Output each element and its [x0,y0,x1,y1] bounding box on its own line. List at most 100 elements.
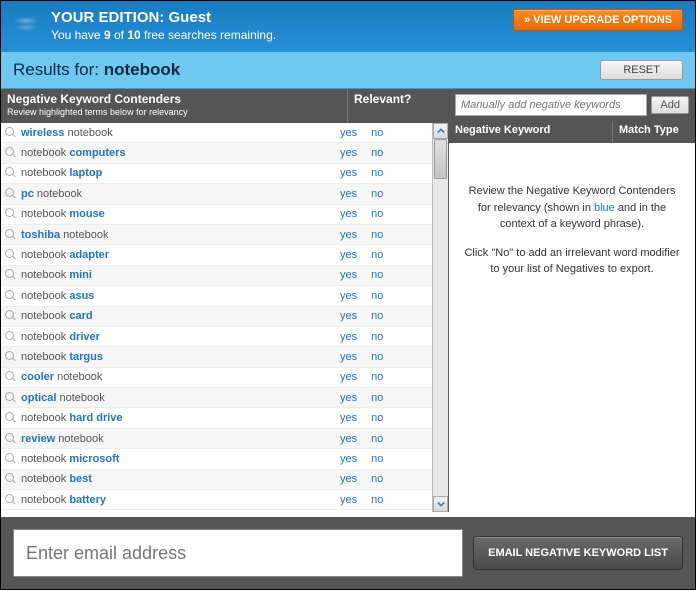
yes-link[interactable]: yes [340,127,357,139]
magnifier-icon[interactable] [5,371,17,383]
no-link[interactable]: no [371,269,383,281]
yes-link[interactable]: yes [340,167,357,179]
keyword-text: notebook laptop [21,167,102,179]
magnifier-icon[interactable] [5,351,17,363]
magnifier-icon[interactable] [5,249,17,261]
magnifier-icon[interactable] [5,127,17,139]
yes-link[interactable]: yes [340,249,357,261]
yes-link[interactable]: yes [340,331,357,343]
magnifier-icon[interactable] [5,167,17,179]
table-row: notebook hard driveyesno [1,408,432,428]
magnifier-icon[interactable] [5,290,17,302]
no-link[interactable]: no [371,127,383,139]
yes-link[interactable]: yes [340,371,357,383]
keyword-text: notebook computers [21,147,126,159]
relevance-cell: yes no [332,249,432,261]
relevance-cell: yes no [332,371,432,383]
relevance-cell: yes no [332,433,432,445]
magnifier-icon[interactable] [5,188,17,200]
rows-container: wireless notebook yes no notebook computers… [1,123,432,512]
keyword-cell: notebook microsoft [1,453,332,465]
no-link[interactable]: no [371,453,383,465]
scroll-thumb[interactable] [434,139,447,179]
magnifier-icon[interactable] [5,412,17,424]
th-contenders: Negative Keyword Contenders Review highl… [1,89,348,123]
table-row: pc notebookyesno [1,184,432,204]
no-link[interactable]: no [371,331,383,343]
table-row: notebook best yes no [1,470,432,490]
keyword-text: notebook driver [21,331,100,343]
magnifier-icon[interactable] [5,208,17,220]
yes-link[interactable]: yes [340,433,357,445]
edition-prefix: YOUR EDITION: [51,9,169,26]
magnifier-icon[interactable] [5,473,17,485]
keyword-cell: optical notebook [1,392,332,404]
keyword-cell: notebook battery [1,494,332,506]
no-link[interactable]: no [371,473,383,485]
yes-link[interactable]: yes [340,494,357,506]
no-link[interactable]: no [371,229,383,241]
keyword-cell: wireless notebook [1,127,332,139]
keyword-cell: notebook laptop [1,167,332,179]
magnifier-icon[interactable] [5,494,17,506]
magnifier-icon[interactable] [5,269,17,281]
relevance-cell: yes no [332,310,432,322]
table-row: notebook targus yes no [1,347,432,367]
yes-link[interactable]: yes [340,310,357,322]
yes-link[interactable]: yes [340,290,357,302]
magnifier-icon[interactable] [5,147,17,159]
no-link[interactable]: no [371,412,383,424]
manual-add-input[interactable] [455,94,647,116]
yes-link[interactable]: yes [340,412,357,424]
yes-link[interactable]: yes [340,269,357,281]
th-negative-keyword: Negative Keyword [449,121,613,143]
scrollbar[interactable] [432,123,448,512]
yes-link[interactable]: yes [340,188,357,200]
results-bar: Results for: notebook RESET [1,52,695,89]
scroll-track[interactable] [433,139,448,496]
instructions-p1: Review the Negative Keyword Contenders f… [463,183,681,233]
magnifier-icon[interactable] [5,433,17,445]
no-link[interactable]: no [371,167,383,179]
keyword-text: optical notebook [21,392,105,404]
relevance-cell: yes no [332,229,432,241]
keyword-cell: notebook adapter [1,249,332,261]
yes-link[interactable]: yes [340,351,357,363]
magnifier-icon[interactable] [5,453,17,465]
yes-link[interactable]: yes [340,208,357,220]
yes-link[interactable]: yes [340,473,357,485]
add-button[interactable]: Add [651,96,689,114]
relevance-cell: yes no [332,331,432,343]
no-link[interactable]: no [371,371,383,383]
no-link[interactable]: no [371,392,383,404]
no-link[interactable]: no [371,494,383,506]
no-link[interactable]: no [371,433,383,445]
email-list-button[interactable]: EMAIL NEGATIVE KEYWORD LIST [473,536,683,570]
yes-link[interactable]: yes [340,392,357,404]
no-link[interactable]: no [371,208,383,220]
no-link[interactable]: no [371,310,383,322]
magnifier-icon[interactable] [5,331,17,343]
no-link[interactable]: no [371,290,383,302]
magnifier-icon[interactable] [5,392,17,404]
edition-name: Guest [169,9,212,26]
relevance-cell: yes no [332,473,432,485]
yes-link[interactable]: yes [340,453,357,465]
keyword-text: notebook best [21,473,92,485]
relevance-cell: yes no [332,494,432,506]
scroll-up-button[interactable] [433,123,448,139]
no-link[interactable]: no [371,147,383,159]
reset-button[interactable]: RESET [600,60,683,80]
relevance-cell: yes no [332,412,432,424]
scroll-down-button[interactable] [433,496,448,512]
magnifier-icon[interactable] [5,310,17,322]
yes-link[interactable]: yes [340,147,357,159]
email-input[interactable] [13,529,463,577]
no-link[interactable]: no [371,351,383,363]
yes-link[interactable]: yes [340,229,357,241]
no-link[interactable]: no [371,188,383,200]
magnifier-icon[interactable] [5,229,17,241]
keyword-text: notebook targus [21,351,103,363]
view-upgrade-options-button[interactable]: » VIEW UPGRADE OPTIONS [513,9,683,31]
no-link[interactable]: no [371,249,383,261]
